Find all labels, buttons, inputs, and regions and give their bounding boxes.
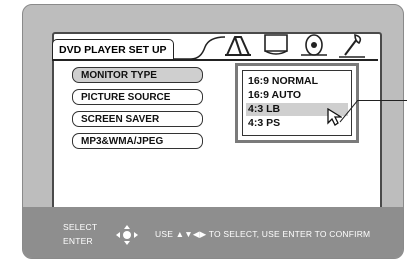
monitor-icon[interactable] xyxy=(259,31,293,59)
callout-pointer xyxy=(339,100,359,123)
dvd-setup-screen: DVD PLAYER SET UP MONITOR TYPE PICTURE S… xyxy=(22,4,404,259)
footer-instruction: USE ▲▼◀▶ TO SELECT, USE ENTER TO CONFIRM xyxy=(155,229,371,239)
menu-item-monitor-type[interactable]: MONITOR TYPE xyxy=(72,67,203,83)
enter-label: ENTER xyxy=(63,236,93,246)
wrench-icon[interactable] xyxy=(221,31,255,59)
option-16-9-auto[interactable]: 16:9 AUTO xyxy=(246,89,348,102)
menu-item-picture-source[interactable]: PICTURE SOURCE xyxy=(72,89,203,105)
option-16-9-normal[interactable]: 16:9 NORMAL xyxy=(246,75,348,88)
setup-title: DVD PLAYER SET UP xyxy=(52,39,174,60)
tab-curve xyxy=(173,36,225,60)
menu-item-mp3-wma-jpeg[interactable]: MP3&WMA/JPEG xyxy=(72,133,203,149)
speaker-icon[interactable] xyxy=(297,31,331,59)
menu-item-screen-saver[interactable]: SCREEN SAVER xyxy=(72,111,203,127)
settings-icon[interactable] xyxy=(335,31,369,59)
instruction-footer: SELECT ENTER USE ▲▼◀▶ TO SELECT, USE ENT… xyxy=(23,207,403,258)
direction-pad-icon xyxy=(116,225,138,245)
select-label: SELECT xyxy=(63,222,98,232)
dropdown-inner: 16:9 NORMAL 16:9 AUTO 4:3 LB 4:3 PS xyxy=(242,70,352,136)
callout-line xyxy=(358,100,407,101)
